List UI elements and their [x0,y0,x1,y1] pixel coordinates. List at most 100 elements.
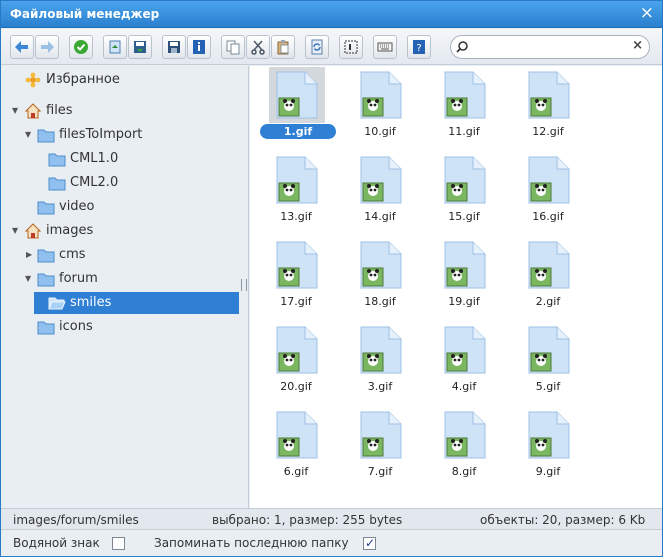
tree-item-images[interactable]: ▼ images [1,220,248,242]
remember-folder-checkbox[interactable]: ✓ [363,536,376,550]
paste-button[interactable] [271,35,295,59]
file-item[interactable]: 17.gif [254,236,338,318]
search-input[interactable] [473,39,623,55]
folder-icon [48,153,66,167]
clear-search-icon[interactable]: × [632,38,643,53]
folder-icon [37,129,55,143]
file-item[interactable]: 9.gif [506,406,590,488]
apply-button[interactable] [69,35,93,59]
file-item[interactable]: 6.gif [254,406,338,488]
tree-item-cms[interactable]: ▶ cms [1,244,248,266]
file-item[interactable]: 1.gif [254,66,338,148]
tree-item-CML1.0[interactable]: CML1.0 [1,148,248,170]
folder-icon [37,201,55,215]
file-thumbnail [437,322,493,378]
file-name: 14.gif [364,210,396,223]
gif-file-icon [276,241,318,289]
favorites-label: Избранное [46,72,120,87]
collapsed-arrow-icon[interactable]: ▶ [26,244,32,266]
favorites-item[interactable]: Избранное [1,69,248,91]
arrow-right-icon [41,41,54,53]
close-icon[interactable]: × [640,4,654,22]
file-item[interactable]: 10.gif [338,66,422,148]
file-item[interactable]: 3.gif [338,321,422,403]
file-thumbnail [269,407,325,463]
tree-item-smiles[interactable]: smiles [34,292,239,314]
status-objects: объекты: 20, размер: 6 Kb [480,513,646,527]
file-thumbnail [521,322,577,378]
splitter-handle[interactable] [241,279,247,291]
status-selection: выбрано: 1, размер: 255 bytes [212,513,403,527]
file-item[interactable]: 8.gif [422,406,506,488]
select-button[interactable] [339,35,363,59]
check-circle-icon [74,40,88,54]
file-name: 8.gif [451,465,477,478]
file-item[interactable]: 11.gif [422,66,506,148]
arrow-left-icon [15,41,28,53]
status-bar: images/forum/smiles выбрано: 1, размер: … [1,508,662,530]
refresh-button[interactable] [305,35,329,59]
copy-button[interactable] [221,35,245,59]
file-item[interactable]: 12.gif [506,66,590,148]
save-button[interactable] [162,35,186,59]
tree-item-filesToImport[interactable]: ▼ filesToImport [1,124,248,146]
tree-item-icons[interactable]: icons [1,316,248,338]
titlebar: Файловый менеджер × [1,1,662,28]
keyboard-icon [377,42,393,52]
tree-item-CML2.0[interactable]: CML2.0 [1,172,248,194]
tree-item-files[interactable]: ▼ files [1,100,248,122]
file-thumbnail [353,67,409,123]
file-item[interactable]: 5.gif [506,321,590,403]
file-item[interactable]: 13.gif [254,151,338,233]
info-button[interactable] [187,35,211,59]
home-icon [25,223,41,239]
tree-label: CML1.0 [70,151,119,166]
gif-file-icon [360,411,402,459]
file-item[interactable]: 4.gif [422,321,506,403]
file-thumbnail [521,237,577,293]
expanded-arrow-icon[interactable]: ▼ [25,124,31,146]
file-name: 18.gif [364,295,396,308]
file-item[interactable]: 14.gif [338,151,422,233]
file-thumbnail [521,67,577,123]
tree-item-video[interactable]: video [1,196,248,218]
help-button[interactable]: ? [407,35,431,59]
info-icon [193,40,205,54]
gif-file-icon [444,71,486,119]
forward-button[interactable] [35,35,59,59]
file-item[interactable]: 2.gif [506,236,590,318]
view-button[interactable] [373,35,397,59]
tree-item-forum[interactable]: ▼ forum [1,268,248,290]
file-name: 11.gif [448,125,480,138]
search-icon [456,41,468,53]
download-button[interactable] [128,35,152,59]
tree-label: smiles [70,295,112,310]
file-item[interactable]: 18.gif [338,236,422,318]
gif-file-icon [276,326,318,374]
file-thumbnail [353,322,409,378]
file-item[interactable]: 19.gif [422,236,506,318]
options-footer: Водяной знак Запоминать последнюю папку … [1,531,662,556]
cut-button[interactable] [246,35,270,59]
file-item[interactable]: 15.gif [422,151,506,233]
back-button[interactable] [10,35,34,59]
expanded-arrow-icon[interactable]: ▼ [12,100,18,122]
file-thumbnail [269,67,325,123]
scissors-icon [251,40,265,55]
gif-file-icon [528,241,570,289]
search-box: × [450,35,650,59]
upload-icon [109,40,121,54]
file-item[interactable]: 16.gif [506,151,590,233]
file-thumbnail [353,407,409,463]
file-name: 12.gif [532,125,564,138]
file-item[interactable]: 7.gif [338,406,422,488]
file-item[interactable]: 20.gif [254,321,338,403]
watermark-checkbox[interactable] [112,537,125,550]
expanded-arrow-icon[interactable]: ▼ [25,268,31,290]
file-name: 7.gif [367,465,393,478]
tree-label: files [46,103,73,118]
upload-button[interactable] [103,35,127,59]
paste-icon [277,40,289,55]
file-thumbnail [521,407,577,463]
expanded-arrow-icon[interactable]: ▼ [12,220,18,242]
